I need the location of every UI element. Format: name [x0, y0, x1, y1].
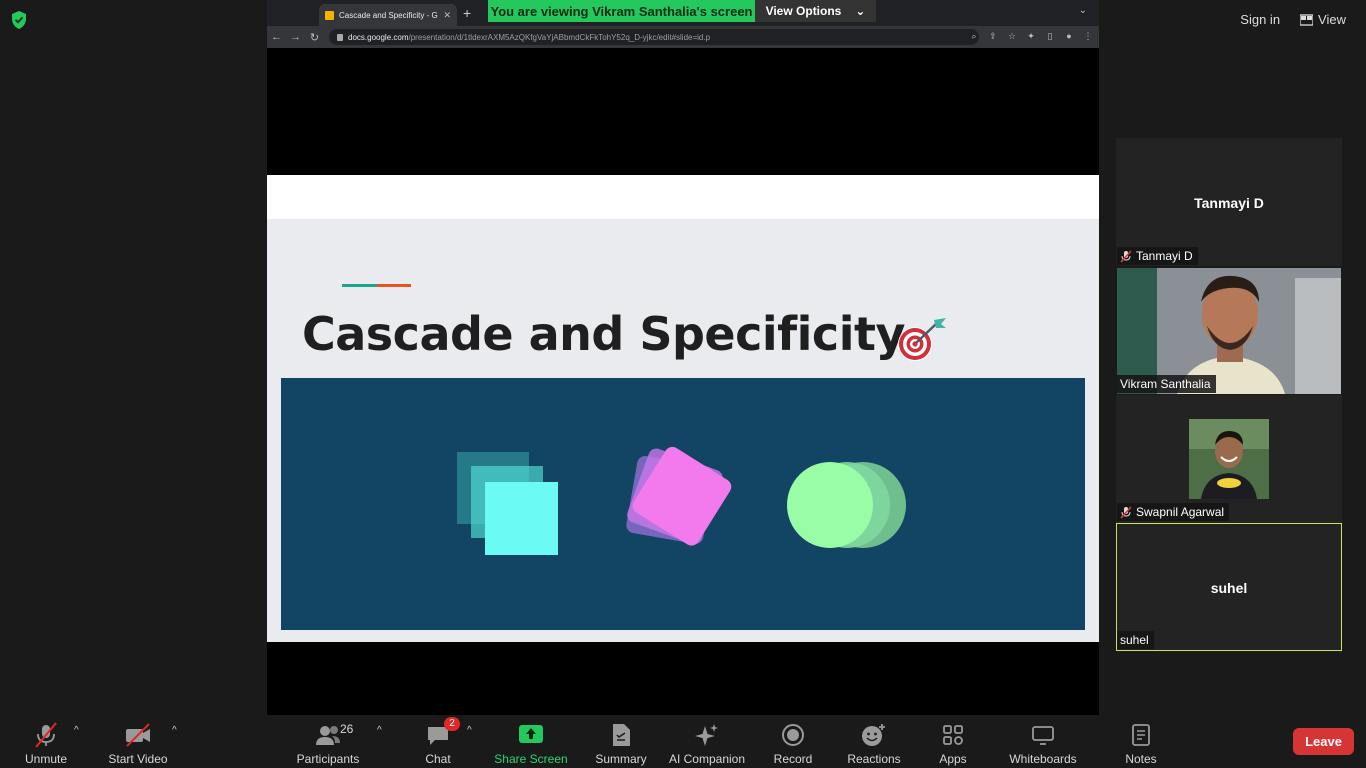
participant-name-tag: suhel [1117, 631, 1154, 649]
unmute-button[interactable]: Unmute [20, 715, 72, 768]
whiteboards-button[interactable]: Whiteboards [1006, 715, 1080, 768]
muted-mic-icon [1120, 249, 1132, 263]
whiteboards-label: Whiteboards [1009, 752, 1077, 766]
chevron-down-icon: ⌄ [855, 4, 866, 18]
chat-label: Chat [425, 752, 451, 766]
reactions-label: Reactions [847, 752, 901, 766]
apps-button[interactable]: Apps [934, 715, 972, 768]
accent-line-orange [377, 284, 411, 287]
participant-tag-label: suhel [1120, 633, 1149, 647]
bookmark-star-icon[interactable]: ☆ [1007, 31, 1017, 41]
audio-options-caret-icon[interactable]: ^ [74, 725, 79, 736]
slide-top-band [267, 175, 1099, 219]
video-options-caret-icon[interactable]: ^ [172, 725, 177, 736]
record-label: Record [773, 752, 813, 766]
participant-name-tag: Tanmayi D [1117, 247, 1198, 265]
tab-close-icon[interactable]: ✕ [443, 10, 451, 21]
viewing-screen-message: You are viewing Vikram Santhalia's scree… [488, 0, 755, 22]
leave-button[interactable]: Leave [1293, 728, 1354, 755]
participants-count: 26 [340, 722, 354, 736]
side-panel-icon[interactable]: ▯ [1045, 31, 1055, 41]
screen-share-banner: You are viewing Vikram Santhalia's scree… [488, 0, 876, 22]
summary-document-icon [613, 724, 630, 746]
notes-button[interactable]: Notes [1122, 715, 1160, 768]
participants-options-caret-icon[interactable]: ^ [377, 725, 382, 736]
slides-favicon-icon [325, 10, 334, 20]
tab-search-chevron-icon[interactable]: ⌄ [1079, 5, 1087, 16]
extensions-puzzle-icon[interactable]: ✦ [1026, 31, 1036, 41]
grid-view-icon [1300, 13, 1314, 26]
participants-button[interactable]: 26 Participants [296, 715, 360, 768]
shared-screen[interactable]: Cascade and Specificity - Goo ✕ + ⌄ You … [267, 0, 1099, 715]
view-button[interactable]: View [1294, 8, 1352, 31]
sign-in-label: Sign in [1240, 12, 1281, 27]
browser-menu-icon[interactable]: ⋮ [1083, 31, 1093, 41]
forward-arrow-icon[interactable]: → [286, 31, 305, 43]
participant-avatar-swapnil [1189, 419, 1269, 499]
notes-icon [1132, 724, 1150, 746]
tab-title: Cascade and Specificity - Goo [339, 10, 439, 20]
zoom-icon[interactable]: ⌕ [969, 31, 979, 41]
address-bar[interactable]: docs.google.com/presentation/d/1tldexrAX… [329, 29, 979, 45]
share-screen-button[interactable]: Share Screen [494, 715, 568, 768]
participant-tag-label: Vikram Santhalia [1120, 377, 1211, 391]
presentation-slide: Cascade and Specificity [267, 219, 1099, 642]
slide-title: Cascade and Specificity [302, 307, 905, 361]
slide-illustration-panel [281, 378, 1085, 630]
top-right-controls: Sign in View [1234, 8, 1352, 31]
record-button[interactable]: Record [772, 715, 814, 768]
start-video-label: Start Video [108, 752, 168, 766]
video-off-icon [126, 723, 150, 747]
notes-label: Notes [1125, 752, 1157, 766]
participant-tag-label: Tanmayi D [1136, 249, 1193, 263]
browser-tab[interactable]: Cascade and Specificity - Goo ✕ [319, 4, 457, 26]
chat-options-caret-icon[interactable]: ^ [467, 725, 472, 736]
summary-button[interactable]: Summary [592, 715, 650, 768]
cascade-shapes-illustration [457, 446, 906, 555]
avatar [1189, 419, 1269, 499]
reload-icon[interactable]: ↻ [305, 31, 324, 44]
participant-display-name: suhel [1210, 580, 1248, 596]
unmute-label: Unmute [24, 752, 68, 766]
share-screen-label: Share Screen [494, 752, 568, 766]
lock-icon [337, 33, 343, 41]
view-label: View [1318, 12, 1346, 27]
start-video-button[interactable]: Start Video [104, 715, 172, 768]
whiteboard-icon [1032, 726, 1054, 745]
encryption-shield-icon[interactable] [10, 10, 28, 30]
participant-name-tag: Vikram Santhalia [1117, 375, 1216, 393]
smiley-face-icon [862, 724, 885, 746]
meeting-toolbar: Unmute ^ Start Video ^ 26 Participants ^… [0, 715, 1366, 768]
browser-toolbar: ← → ↻ docs.google.com/presentation/d/1tl… [267, 26, 1099, 48]
record-icon [782, 724, 804, 746]
ai-companion-label: AI Companion [668, 752, 746, 766]
participants-icon [316, 726, 340, 745]
view-options-label: View Options [765, 4, 842, 18]
sign-in-button[interactable]: Sign in [1234, 8, 1286, 31]
apps-grid-icon [943, 725, 963, 745]
profile-avatar-icon[interactable]: ● [1064, 31, 1074, 41]
back-arrow-icon[interactable]: ← [267, 31, 286, 43]
new-tab-icon[interactable]: + [463, 4, 471, 22]
share-icon[interactable]: ⇪ [988, 31, 998, 41]
share-screen-arrow-icon [519, 725, 543, 743]
participant-tag-label: Swapnil Agarwal [1136, 505, 1225, 519]
participant-display-name: Tanmayi D [1194, 195, 1264, 211]
bullseye-dart-icon [898, 318, 946, 361]
muted-microphone-icon [35, 722, 57, 748]
participant-name-tag: Swapnil Agarwal [1117, 503, 1230, 521]
apps-label: Apps [939, 752, 967, 766]
chat-button[interactable]: 2 Chat [420, 715, 460, 768]
muted-mic-icon [1120, 505, 1132, 519]
sparkle-icon [695, 724, 718, 746]
url-path: /presentation/d/1tldexrAXM5AzQKfgVaYjABb… [408, 32, 711, 42]
chat-unread-badge: 2 [444, 717, 460, 731]
view-options-button[interactable]: View Options ⌄ [755, 0, 876, 22]
ai-companion-button[interactable]: AI Companion [666, 715, 748, 768]
participants-label: Participants [296, 752, 360, 766]
accent-line-teal [342, 284, 378, 287]
url-host: docs.google.com [348, 32, 409, 42]
reactions-button[interactable]: Reactions [846, 715, 902, 768]
summary-label: Summary [595, 752, 647, 766]
